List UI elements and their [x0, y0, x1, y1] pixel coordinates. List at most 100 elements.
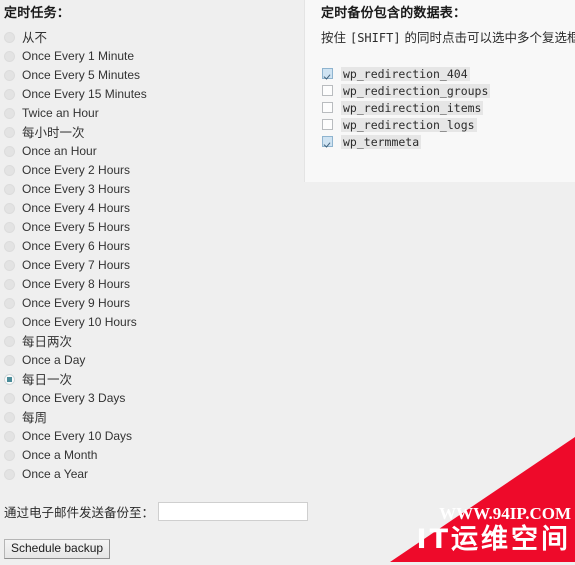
schedule-task-heading: 定时任务： — [4, 5, 71, 20]
backup-tables-checkbox-list[interactable]: wp_redirection_404 wp_redirection_groupsw… — [322, 65, 491, 150]
schedule-radio-option[interactable]: Once Every 15 Minutes — [0, 85, 296, 104]
hint-suffix: 的同时点击可以选中多个复选框 — [400, 30, 575, 45]
radio-unselected-icon[interactable] — [4, 203, 15, 214]
schedule-radio-option[interactable]: Once Every 3 Days — [0, 389, 296, 408]
backup-table-row[interactable]: wp_redirection_logs — [322, 116, 490, 133]
radio-unselected-icon[interactable] — [4, 412, 15, 423]
shift-multiselect-hint: 按住 [SHIFT] 的同时点击可以选中多个复选框 — [321, 27, 575, 46]
schedule-radio-label: Once a Year — [22, 467, 89, 481]
radio-unselected-icon[interactable] — [4, 431, 15, 442]
schedule-radio-option[interactable]: 每周 — [0, 408, 296, 427]
schedule-radio-option[interactable]: Once Every 1 Minute — [0, 47, 296, 66]
email-input[interactable] — [158, 502, 309, 521]
schedule-backup-button[interactable]: Schedule backup — [4, 539, 111, 559]
schedule-radio-label: Once Every 15 Minutes — [22, 87, 147, 101]
radio-unselected-icon[interactable] — [4, 260, 15, 271]
backup-table-name: wp_redirection_items — [341, 100, 484, 115]
schedule-radio-label: 每日两次 — [22, 334, 73, 349]
schedule-radio-option[interactable]: Once a Year — [0, 465, 296, 484]
backup-table-row[interactable]: wp_redirection_404 — [322, 65, 490, 82]
checkbox-unchecked-icon[interactable] — [322, 102, 333, 113]
schedule-radio-option[interactable]: 每日两次 — [0, 332, 296, 351]
schedule-radio-label: 每小时一次 — [22, 125, 85, 140]
radio-unselected-icon[interactable] — [4, 450, 15, 461]
radio-unselected-icon[interactable] — [4, 393, 15, 404]
radio-unselected-icon[interactable] — [4, 108, 15, 119]
schedule-radio-option[interactable]: Once Every 9 Hours — [0, 294, 296, 313]
schedule-radio-option[interactable]: 每小时一次 — [0, 123, 296, 142]
schedule-radio-label: Once a Month — [22, 448, 98, 462]
radio-unselected-icon[interactable] — [4, 32, 15, 43]
schedule-radio-label: Once Every 10 Days — [22, 429, 133, 443]
radio-unselected-icon[interactable] — [4, 222, 15, 233]
schedule-radio-option[interactable]: Twice an Hour — [0, 104, 296, 123]
hint-prefix: 按住 — [321, 30, 350, 45]
checkbox-checked-icon[interactable] — [322, 136, 333, 147]
radio-unselected-icon[interactable] — [4, 469, 15, 480]
schedule-radio-option[interactable]: 每日一次 — [0, 370, 296, 389]
radio-unselected-icon[interactable] — [4, 336, 15, 347]
schedule-radio-option[interactable]: Once Every 5 Minutes — [0, 66, 296, 85]
watermark-brand-text: IT运维空间 — [416, 524, 571, 555]
schedule-radio-option[interactable]: Once Every 3 Hours — [0, 180, 296, 199]
schedule-radio-group[interactable]: 从不 Once Every 1 Minute Once Every 5 Minute… — [0, 28, 296, 484]
watermark-text-block: WWW.94IP.COM IT运维空间 — [331, 504, 571, 556]
schedule-radio-option[interactable]: Once Every 2 Hours — [0, 161, 296, 180]
schedule-radio-option[interactable]: Once an Hour — [0, 142, 296, 161]
schedule-radio-option[interactable]: Once a Day — [0, 351, 296, 370]
schedule-radio-label: Once Every 6 Hours — [22, 239, 131, 253]
schedule-radio-option[interactable]: Once Every 7 Hours — [0, 256, 296, 275]
radio-unselected-icon[interactable] — [4, 355, 15, 366]
backup-table-row[interactable]: wp_redirection_items — [322, 99, 490, 116]
schedule-radio-option[interactable]: Once Every 6 Hours — [0, 237, 296, 256]
schedule-radio-option[interactable]: Once a Month — [0, 446, 296, 465]
schedule-radio-label: Once Every 3 Hours — [22, 182, 131, 196]
schedule-radio-label: Once Every 3 Days — [22, 391, 126, 405]
backup-table-name: wp_redirection_logs — [341, 117, 477, 132]
radio-unselected-icon[interactable] — [4, 184, 15, 195]
backup-table-row[interactable]: wp_redirection_groups — [322, 82, 491, 99]
schedule-radio-option[interactable]: Once Every 4 Hours — [0, 199, 296, 218]
schedule-radio-label: Once Every 2 Hours — [22, 163, 131, 177]
email-label: 通过电子邮件发送备份至： — [4, 505, 155, 520]
radio-unselected-icon[interactable] — [4, 298, 15, 309]
schedule-radio-label: Once Every 5 Minutes — [22, 68, 141, 82]
radio-selected-icon[interactable] — [4, 374, 15, 385]
schedule-radio-label: Once Every 5 Hours — [22, 220, 131, 234]
radio-unselected-icon[interactable] — [4, 279, 15, 290]
watermark-url-text: WWW.94IP.COM — [439, 504, 571, 523]
email-row: 通过电子邮件发送备份至： — [4, 502, 309, 521]
checkbox-unchecked-icon[interactable] — [322, 119, 333, 130]
schedule-radio-label: Once a Day — [22, 353, 86, 367]
schedule-radio-label: Once Every 8 Hours — [22, 277, 131, 291]
schedule-radio-label: Once Every 1 Minute — [22, 49, 135, 63]
schedule-radio-option[interactable]: Once Every 8 Hours — [0, 275, 296, 294]
radio-unselected-icon[interactable] — [4, 165, 15, 176]
radio-unselected-icon[interactable] — [4, 51, 15, 62]
radio-unselected-icon[interactable] — [4, 70, 15, 81]
radio-unselected-icon[interactable] — [4, 317, 15, 328]
schedule-radio-label: Once Every 9 Hours — [22, 296, 131, 310]
schedule-radio-label: Once Every 7 Hours — [22, 258, 131, 272]
backup-table-name: wp_redirection_groups — [341, 83, 491, 98]
schedule-radio-label: Once an Hour — [22, 144, 97, 158]
schedule-radio-label: 每日一次 — [22, 372, 73, 387]
backup-table-row[interactable]: wp_termmeta — [322, 133, 490, 150]
backup-table-name: wp_redirection_404 — [341, 66, 470, 81]
radio-unselected-icon[interactable] — [4, 127, 15, 138]
schedule-radio-label: 每周 — [22, 410, 48, 425]
schedule-radio-option[interactable]: Once Every 5 Hours — [0, 218, 296, 237]
backup-tables-heading: 定时备份包含的数据表： — [321, 6, 467, 21]
radio-unselected-icon[interactable] — [4, 146, 15, 157]
schedule-radio-option[interactable]: Once Every 10 Hours — [0, 313, 296, 332]
radio-unselected-icon[interactable] — [4, 89, 15, 100]
schedule-radio-option[interactable]: 从不 — [0, 28, 296, 47]
schedule-task-column: 定时任务： 从不 Once Every 1 Minute Once Every 5 … — [0, 0, 309, 562]
radio-unselected-icon[interactable] — [4, 241, 15, 252]
schedule-radio-option[interactable]: Once Every 10 Days — [0, 427, 296, 446]
checkbox-checked-icon[interactable] — [322, 68, 333, 79]
schedule-radio-label: Once Every 10 Hours — [22, 315, 137, 329]
shift-key-label: [SHIFT] — [349, 31, 401, 45]
checkbox-unchecked-icon[interactable] — [322, 85, 333, 96]
backup-tables-panel: 定时备份包含的数据表： 按住 [SHIFT] 的同时点击可以选中多个复选框 wp… — [304, 0, 575, 182]
